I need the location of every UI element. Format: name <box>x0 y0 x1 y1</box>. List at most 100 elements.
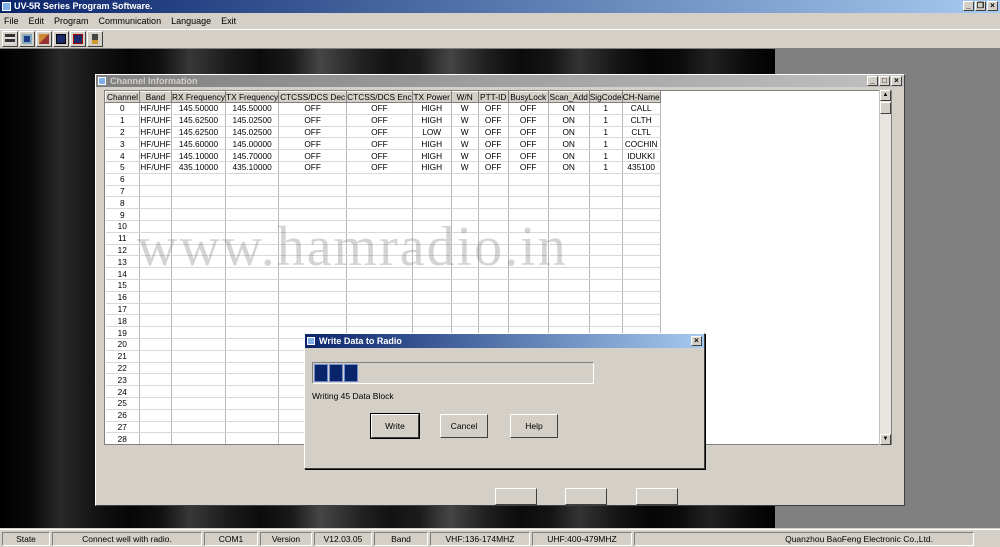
grid-cell[interactable]: OFF <box>478 102 509 115</box>
column-header[interactable]: Scan_Add <box>547 91 590 103</box>
grid-cell[interactable] <box>622 173 661 186</box>
grid-cell[interactable] <box>451 196 479 210</box>
channel-row[interactable]: 5 HF/UHF 435.10000 435.10000 OFF OFF HIGH W OFF O… <box>105 161 661 174</box>
grid-cell[interactable] <box>478 208 509 221</box>
grid-cell[interactable] <box>139 421 172 434</box>
save-button[interactable] <box>19 31 35 47</box>
grid-cell[interactable] <box>171 279 227 292</box>
grid-cell[interactable]: 1 <box>589 126 623 139</box>
grid-cell[interactable] <box>451 291 479 304</box>
vertical-scrollbar[interactable]: ▲ ▼ <box>879 90 891 445</box>
grid-cell[interactable] <box>346 303 413 316</box>
grid-cell[interactable] <box>589 291 623 304</box>
grid-cell[interactable]: OFF <box>346 161 413 174</box>
clear-button[interactable] <box>565 488 607 505</box>
grid-cell[interactable] <box>451 220 479 233</box>
column-header[interactable]: PTT-ID <box>477 91 509 103</box>
grid-cell[interactable] <box>346 279 413 292</box>
help-button[interactable]: Help <box>510 414 558 438</box>
grid-cell[interactable] <box>171 397 227 410</box>
grid-cell[interactable] <box>451 303 479 316</box>
grid-cell[interactable] <box>622 185 661 198</box>
grid-cell[interactable] <box>412 220 452 233</box>
grid-cell[interactable] <box>346 185 413 198</box>
close-button[interactable]: × <box>987 1 998 11</box>
grid-cell[interactable] <box>225 267 280 280</box>
grid-cell[interactable]: 4 <box>105 149 140 162</box>
grid-cell[interactable] <box>478 173 509 186</box>
grid-cell[interactable] <box>139 397 172 410</box>
grid-cell[interactable]: 8 <box>105 196 140 210</box>
grid-cell[interactable]: 11 <box>105 232 140 245</box>
grid-cell[interactable] <box>346 244 413 257</box>
grid-cell[interactable] <box>478 255 509 269</box>
grid-cell[interactable]: HIGH <box>412 149 452 162</box>
grid-cell[interactable]: 145.02500 <box>225 126 280 139</box>
grid-cell[interactable]: OFF <box>346 126 413 139</box>
grid-cell[interactable]: 145.62500 <box>171 114 227 127</box>
grid-cell[interactable]: IDUKKI <box>622 149 661 162</box>
channel-row[interactable]: 0 HF/UHF 145.50000 145.50000 OFF OFF HIGH W OFF O… <box>105 102 661 115</box>
open-button[interactable] <box>36 31 52 47</box>
grid-cell[interactable] <box>225 362 280 375</box>
grid-cell[interactable] <box>225 338 280 351</box>
grid-cell[interactable] <box>225 409 280 422</box>
grid-cell[interactable] <box>225 244 280 257</box>
channel-row[interactable]: 15 <box>105 279 661 292</box>
grid-cell[interactable] <box>139 350 172 363</box>
grid-cell[interactable] <box>451 208 479 221</box>
column-header[interactable]: W/N <box>450 91 479 103</box>
dialog-close-button[interactable]: × <box>691 336 702 346</box>
grid-cell[interactable] <box>171 338 227 351</box>
grid-cell[interactable]: 145.70000 <box>225 149 280 162</box>
grid-cell[interactable]: 23 <box>105 373 140 387</box>
grid-cell[interactable] <box>412 232 452 245</box>
grid-cell[interactable] <box>548 173 590 186</box>
grid-cell[interactable]: OFF <box>508 149 549 162</box>
channel-row[interactable]: 14 <box>105 267 661 280</box>
grid-cell[interactable] <box>622 314 661 328</box>
grid-cell[interactable] <box>278 196 348 210</box>
read-button[interactable] <box>2 31 18 47</box>
grid-cell[interactable] <box>139 185 172 198</box>
grid-cell[interactable]: HIGH <box>412 161 452 174</box>
grid-cell[interactable] <box>346 267 413 280</box>
grid-cell[interactable] <box>225 350 280 363</box>
grid-cell[interactable]: HF/UHF <box>139 126 172 139</box>
menu-language[interactable]: Language <box>171 16 211 26</box>
grid-cell[interactable] <box>412 267 452 280</box>
channel-row[interactable]: 8 <box>105 196 661 210</box>
grid-cell[interactable] <box>622 208 661 221</box>
grid-cell[interactable]: 14 <box>105 267 140 280</box>
channel-row[interactable]: 1 HF/UHF 145.62500 145.02500 OFF OFF HIGH W OFF O… <box>105 114 661 127</box>
grid-cell[interactable]: HF/UHF <box>139 161 172 174</box>
grid-cell[interactable]: COCHIN <box>622 137 661 151</box>
grid-cell[interactable]: W <box>451 149 479 162</box>
grid-cell[interactable] <box>139 326 172 339</box>
scroll-down-arrow[interactable]: ▼ <box>880 434 891 445</box>
grid-cell[interactable] <box>548 244 590 257</box>
grid-cell[interactable] <box>225 421 280 434</box>
grid-cell[interactable] <box>548 279 590 292</box>
grid-cell[interactable] <box>589 267 623 280</box>
grid-cell[interactable] <box>412 173 452 186</box>
scroll-up-arrow[interactable]: ▲ <box>880 90 891 101</box>
grid-cell[interactable] <box>412 314 452 328</box>
grid-cell[interactable] <box>508 314 549 328</box>
column-header[interactable]: TX Power <box>411 91 452 103</box>
grid-cell[interactable] <box>171 326 227 339</box>
grid-cell[interactable] <box>548 291 590 304</box>
grid-cell[interactable]: OFF <box>278 161 348 174</box>
grid-cell[interactable] <box>225 173 280 186</box>
grid-cell[interactable]: 28 <box>105 432 140 444</box>
grid-cell[interactable]: OFF <box>478 114 509 127</box>
grid-cell[interactable] <box>412 291 452 304</box>
grid-cell[interactable]: W <box>451 161 479 174</box>
grid-cell[interactable]: OFF <box>508 161 549 174</box>
grid-cell[interactable]: OFF <box>508 102 549 115</box>
grid-cell[interactable]: OFF <box>346 102 413 115</box>
grid-cell[interactable]: 17 <box>105 303 140 316</box>
grid-cell[interactable] <box>346 291 413 304</box>
grid-cell[interactable] <box>278 173 348 186</box>
grid-cell[interactable] <box>171 244 227 257</box>
